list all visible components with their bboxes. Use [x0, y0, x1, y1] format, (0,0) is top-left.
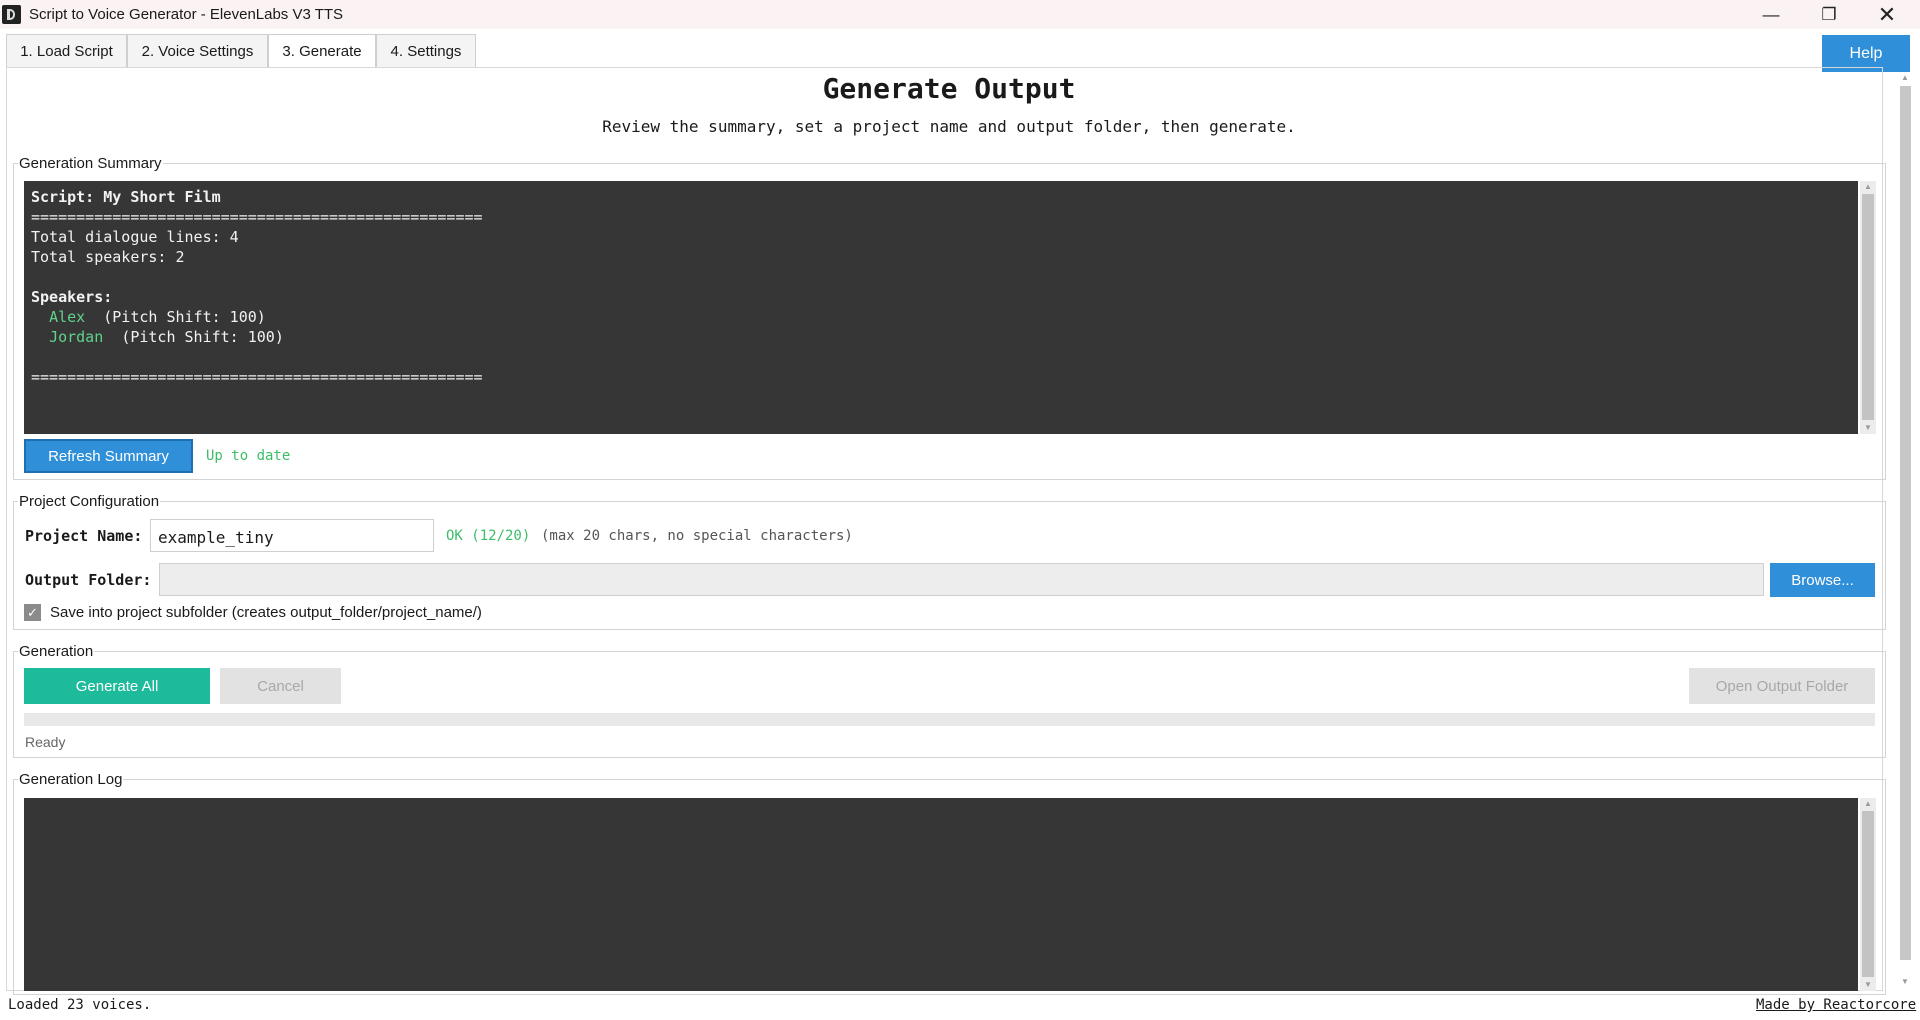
generation-log-console — [24, 798, 1858, 991]
scroll-down-icon[interactable]: ▼ — [1860, 422, 1876, 434]
speaker-name: Jordan — [49, 328, 104, 346]
speaker-detail: (Pitch Shift: 100) — [103, 308, 266, 326]
scroll-up-icon[interactable]: ▲ — [1897, 72, 1913, 84]
project-name-status: OK (12/20) — [446, 528, 531, 544]
statusbar-message: Loaded 23 voices. — [8, 997, 152, 1013]
generation-status: Ready — [25, 734, 66, 750]
scroll-down-icon[interactable]: ▼ — [1860, 979, 1876, 991]
summary-total-lines: Total dialogue lines: 4 — [31, 228, 239, 246]
page-scrollbar[interactable]: ▲ ▼ — [1897, 72, 1913, 992]
summary-text: Script: My Short Film ==================… — [31, 187, 483, 387]
log-scrollbar-thumb[interactable] — [1862, 811, 1874, 977]
generation-legend: Generation — [19, 643, 94, 660]
project-name-label: Project Name: — [25, 527, 143, 545]
scroll-up-icon[interactable]: ▲ — [1860, 181, 1876, 193]
project-name-hint: (max 20 chars, no special characters) — [541, 528, 853, 544]
close-icon[interactable]: ✕ — [1858, 0, 1916, 29]
credits-link[interactable]: Made by Reactorcore — [1756, 997, 1916, 1013]
tab-voice-settings[interactable]: 2. Voice Settings — [127, 34, 268, 67]
project-configuration-legend: Project Configuration — [19, 493, 160, 510]
window-title: Script to Voice Generator - ElevenLabs V… — [29, 6, 344, 23]
generation-log-legend: Generation Log — [19, 771, 123, 788]
generation-progress-bar — [24, 713, 1875, 726]
speaker-name: Alex — [49, 308, 86, 326]
output-folder-input[interactable] — [159, 563, 1764, 596]
summary-script-line: Script: My Short Film — [31, 188, 221, 206]
summary-separator: ========================================… — [31, 208, 483, 226]
scroll-up-icon[interactable]: ▲ — [1860, 798, 1876, 810]
cancel-button[interactable]: Cancel — [220, 668, 341, 704]
subfolder-checkbox[interactable]: ✓ — [24, 604, 41, 621]
open-output-folder-button[interactable]: Open Output Folder — [1689, 668, 1875, 704]
summary-separator: ========================================… — [31, 368, 483, 386]
page-subtitle: Review the summary, set a project name a… — [602, 117, 1296, 136]
generate-all-button[interactable]: Generate All — [24, 668, 210, 704]
scroll-down-icon[interactable]: ▼ — [1897, 976, 1913, 988]
tab-settings[interactable]: 4. Settings — [376, 34, 476, 67]
summary-total-speakers: Total speakers: 2 — [31, 248, 185, 266]
subfolder-label-text: Save into project subfolder — [50, 604, 228, 621]
browse-button[interactable]: Browse... — [1770, 563, 1875, 597]
app-icon — [2, 5, 21, 24]
subfolder-hint: (creates output_folder/project_name/) — [231, 604, 482, 621]
tab-generate[interactable]: 3. Generate — [268, 34, 376, 67]
summary-scrollbar-thumb[interactable] — [1862, 194, 1874, 420]
page-title: Generate Output — [822, 72, 1076, 105]
generation-summary-legend: Generation Summary — [19, 155, 162, 172]
log-scrollbar[interactable]: ▲ ▼ — [1860, 798, 1876, 991]
title-bar: Script to Voice Generator - ElevenLabs V… — [0, 0, 1920, 29]
summary-status: Up to date — [206, 448, 291, 464]
output-folder-label: Output Folder: — [25, 571, 152, 589]
minimize-icon[interactable]: — — [1742, 0, 1800, 29]
page-scrollbar-thumb[interactable] — [1900, 86, 1911, 960]
summary-scrollbar[interactable]: ▲ ▼ — [1860, 181, 1876, 434]
subfolder-checkbox-label[interactable]: Save into project subfolder (creates out… — [50, 604, 482, 621]
summary-speakers-heading: Speakers: — [31, 288, 113, 306]
speaker-detail: (Pitch Shift: 100) — [121, 328, 284, 346]
project-name-input[interactable]: example_tiny — [150, 519, 434, 552]
restore-icon[interactable]: ❐ — [1800, 0, 1858, 29]
tab-load-script[interactable]: 1. Load Script — [6, 34, 127, 67]
refresh-summary-button[interactable]: Refresh Summary — [24, 439, 193, 473]
